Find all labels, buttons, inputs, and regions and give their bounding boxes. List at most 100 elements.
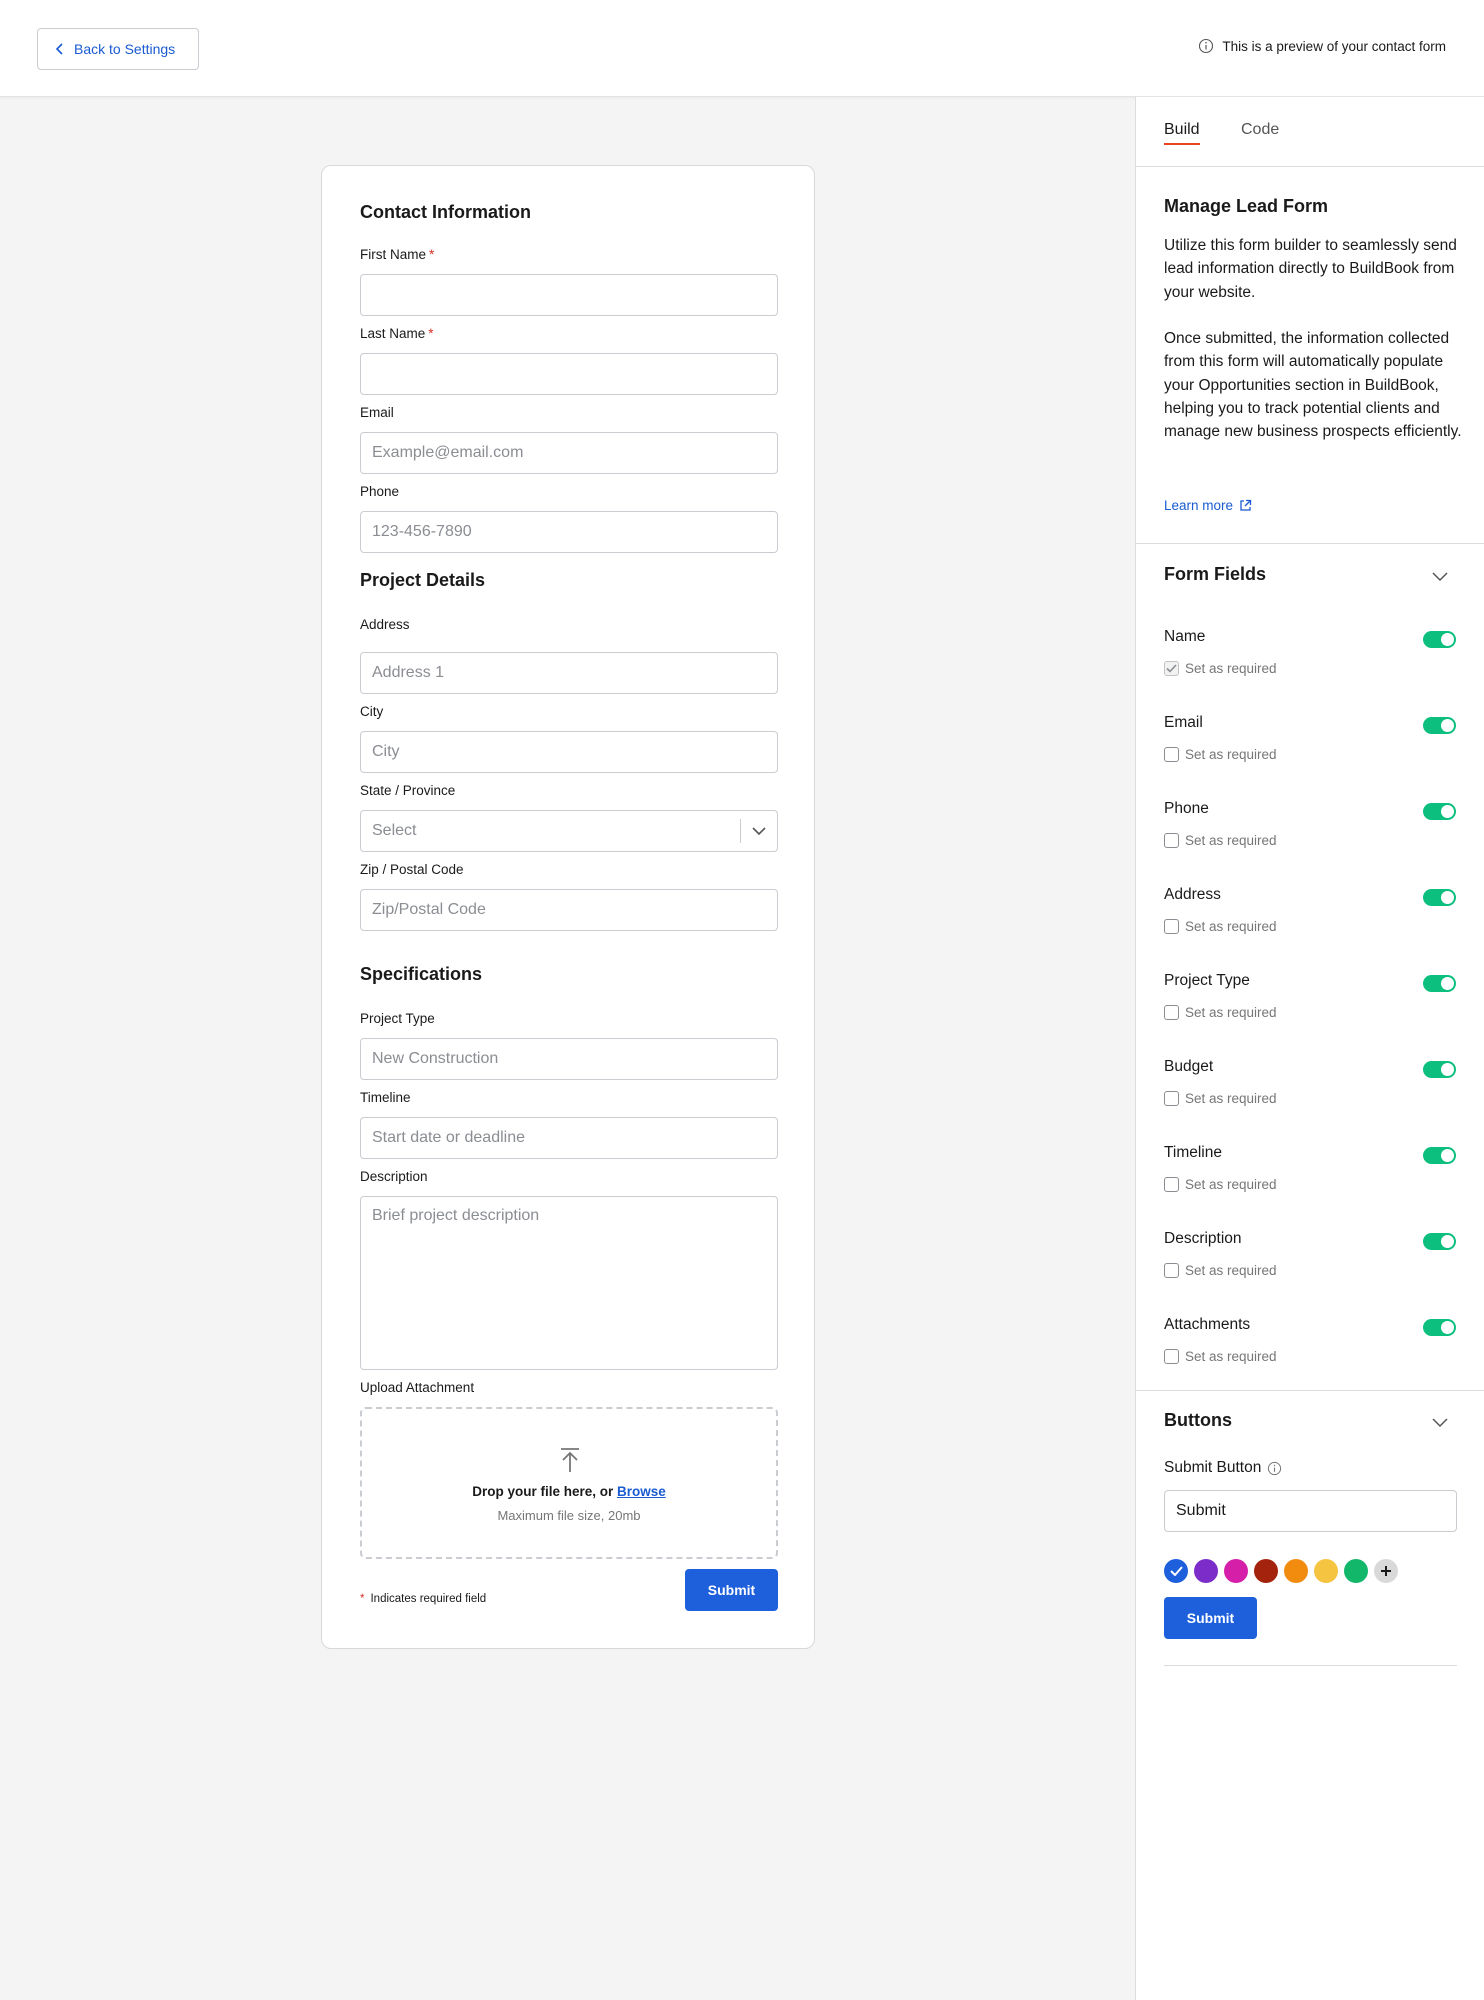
required-checkbox-project-type[interactable]: Set as required [1164, 1005, 1277, 1020]
info-icon[interactable] [1267, 1461, 1282, 1476]
toggle-project-type[interactable] [1423, 975, 1456, 992]
state-select[interactable]: Select [360, 810, 778, 852]
learn-more-link[interactable]: Learn more [1164, 498, 1252, 513]
toggle-timeline[interactable] [1423, 1147, 1456, 1164]
field-name-description: Description [1164, 1230, 1242, 1247]
field-name-attachments: Attachments [1164, 1316, 1251, 1333]
checkbox-icon [1164, 1091, 1179, 1106]
submit-button-text-input[interactable] [1164, 1490, 1457, 1532]
browse-link[interactable]: Browse [617, 1484, 666, 1499]
upload-icon [561, 1448, 579, 1472]
state-label: State / Province [360, 783, 456, 798]
chevron-left-icon [55, 43, 63, 55]
back-to-settings-button[interactable]: Back to Settings [37, 28, 199, 70]
chevron-down-icon[interactable] [741, 810, 777, 852]
dropzone-title: Drop your file here, or Browse [472, 1484, 666, 1499]
description-textarea[interactable] [360, 1196, 778, 1370]
toggle-attachments[interactable] [1423, 1319, 1456, 1336]
max-file-size-text: Maximum file size, 20mb [497, 1508, 641, 1523]
swatch-yellow[interactable] [1314, 1559, 1338, 1583]
submit-button-label: Submit Button [1164, 1459, 1282, 1477]
toggle-email[interactable] [1423, 717, 1456, 734]
preview-notice: This is a preview of your contact form [1198, 38, 1446, 54]
plus-icon [1381, 1566, 1391, 1576]
file-dropzone[interactable]: Drop your file here, or Browse Maximum f… [360, 1407, 778, 1559]
timeline-label: Timeline [360, 1090, 411, 1105]
info-icon [1199, 38, 1214, 54]
field-name-timeline: Timeline [1164, 1144, 1222, 1161]
field-name-name: Name [1164, 628, 1206, 645]
email-input[interactable] [360, 432, 778, 474]
manage-description-2: Once submitted, the information collecte… [1164, 330, 1462, 441]
toggle-address[interactable] [1423, 889, 1456, 906]
specifications-title: Specifications [360, 964, 483, 984]
required-checkbox-attachments[interactable]: Set as required [1164, 1349, 1277, 1364]
first-name-input[interactable] [360, 274, 778, 316]
checkbox-icon [1164, 1005, 1179, 1020]
section-divider [1136, 1390, 1484, 1391]
required-checkbox-address[interactable]: Set as required [1164, 919, 1277, 934]
back-to-settings-label: Back to Settings [74, 41, 176, 57]
swatch-blue[interactable] [1164, 1559, 1188, 1583]
form-fields-title: Form Fields [1164, 564, 1267, 584]
top-bar: Back to Settings This is a preview of yo… [0, 0, 1484, 97]
project-type-input[interactable] [360, 1038, 778, 1080]
last-name-input[interactable] [360, 353, 778, 395]
checkbox-icon [1164, 747, 1179, 762]
chevron-down-icon[interactable] [1432, 572, 1448, 582]
checkbox-icon [1164, 833, 1179, 848]
swatch-orange[interactable] [1284, 1559, 1308, 1583]
submit-button-preview[interactable]: Submit [1164, 1597, 1257, 1639]
phone-input[interactable] [360, 511, 778, 553]
first-name-label: First Name * [360, 247, 435, 262]
swatch-magenta[interactable] [1224, 1559, 1248, 1583]
contact-information-title: Contact Information [360, 202, 531, 222]
toggle-budget[interactable] [1423, 1061, 1456, 1078]
buttons-title: Buttons [1164, 1410, 1232, 1430]
required-checkbox-phone[interactable]: Set as required [1164, 833, 1277, 848]
zip-input[interactable] [360, 889, 778, 931]
state-select-value: Select [372, 822, 417, 839]
checkbox-icon [1164, 919, 1179, 934]
form-preview-card: Contact Information First Name * Last Nam… [321, 165, 815, 1649]
checkbox-icon [1164, 1263, 1179, 1278]
required-checkbox-description[interactable]: Set as required [1164, 1263, 1277, 1278]
learn-more-label: Learn more [1164, 498, 1234, 513]
swatch-purple[interactable] [1194, 1559, 1218, 1583]
city-input[interactable] [360, 731, 778, 773]
panel-tabs: Build Code [1136, 97, 1484, 167]
add-color-button[interactable] [1374, 1559, 1398, 1583]
address-input[interactable] [360, 652, 778, 694]
required-checkbox-budget[interactable]: Set as required [1164, 1091, 1277, 1106]
preview-notice-text: This is a preview of your contact form [1222, 38, 1446, 54]
project-details-title: Project Details [360, 570, 486, 590]
description-label: Description [360, 1169, 428, 1184]
required-checkbox-timeline[interactable]: Set as required [1164, 1177, 1277, 1192]
swatch-green[interactable] [1344, 1559, 1368, 1583]
external-link-icon [1240, 499, 1252, 511]
check-icon [1169, 1566, 1183, 1576]
toggle-name[interactable] [1423, 631, 1456, 648]
section-divider [1164, 1665, 1457, 1666]
upload-attachment-label: Upload Attachment [360, 1380, 475, 1395]
tab-build[interactable]: Build [1164, 121, 1200, 145]
manage-description-1: Utilize this form builder to seamlessly … [1164, 237, 1457, 301]
required-checkbox-email[interactable]: Set as required [1164, 747, 1277, 762]
form-builder-panel: Build Code Manage Lead Form Utilize this… [1135, 97, 1484, 2000]
zip-label: Zip / Postal Code [360, 862, 464, 877]
email-label: Email [360, 405, 394, 420]
tab-code[interactable]: Code [1241, 121, 1279, 139]
form-submit-button[interactable]: Submit [685, 1569, 778, 1611]
swatch-dark-red[interactable] [1254, 1559, 1278, 1583]
field-name-budget: Budget [1164, 1058, 1214, 1075]
chevron-down-icon[interactable] [1432, 1418, 1448, 1428]
toggle-description[interactable] [1423, 1233, 1456, 1250]
required-field-note: * Indicates required field [360, 1593, 487, 1605]
phone-label: Phone [360, 484, 400, 499]
manage-lead-form-title: Manage Lead Form [1164, 196, 1329, 216]
section-divider [1136, 543, 1484, 544]
timeline-input[interactable] [360, 1117, 778, 1159]
required-checkbox-name[interactable]: Set as required [1164, 661, 1277, 676]
address-label: Address [360, 617, 410, 632]
toggle-phone[interactable] [1423, 803, 1456, 820]
